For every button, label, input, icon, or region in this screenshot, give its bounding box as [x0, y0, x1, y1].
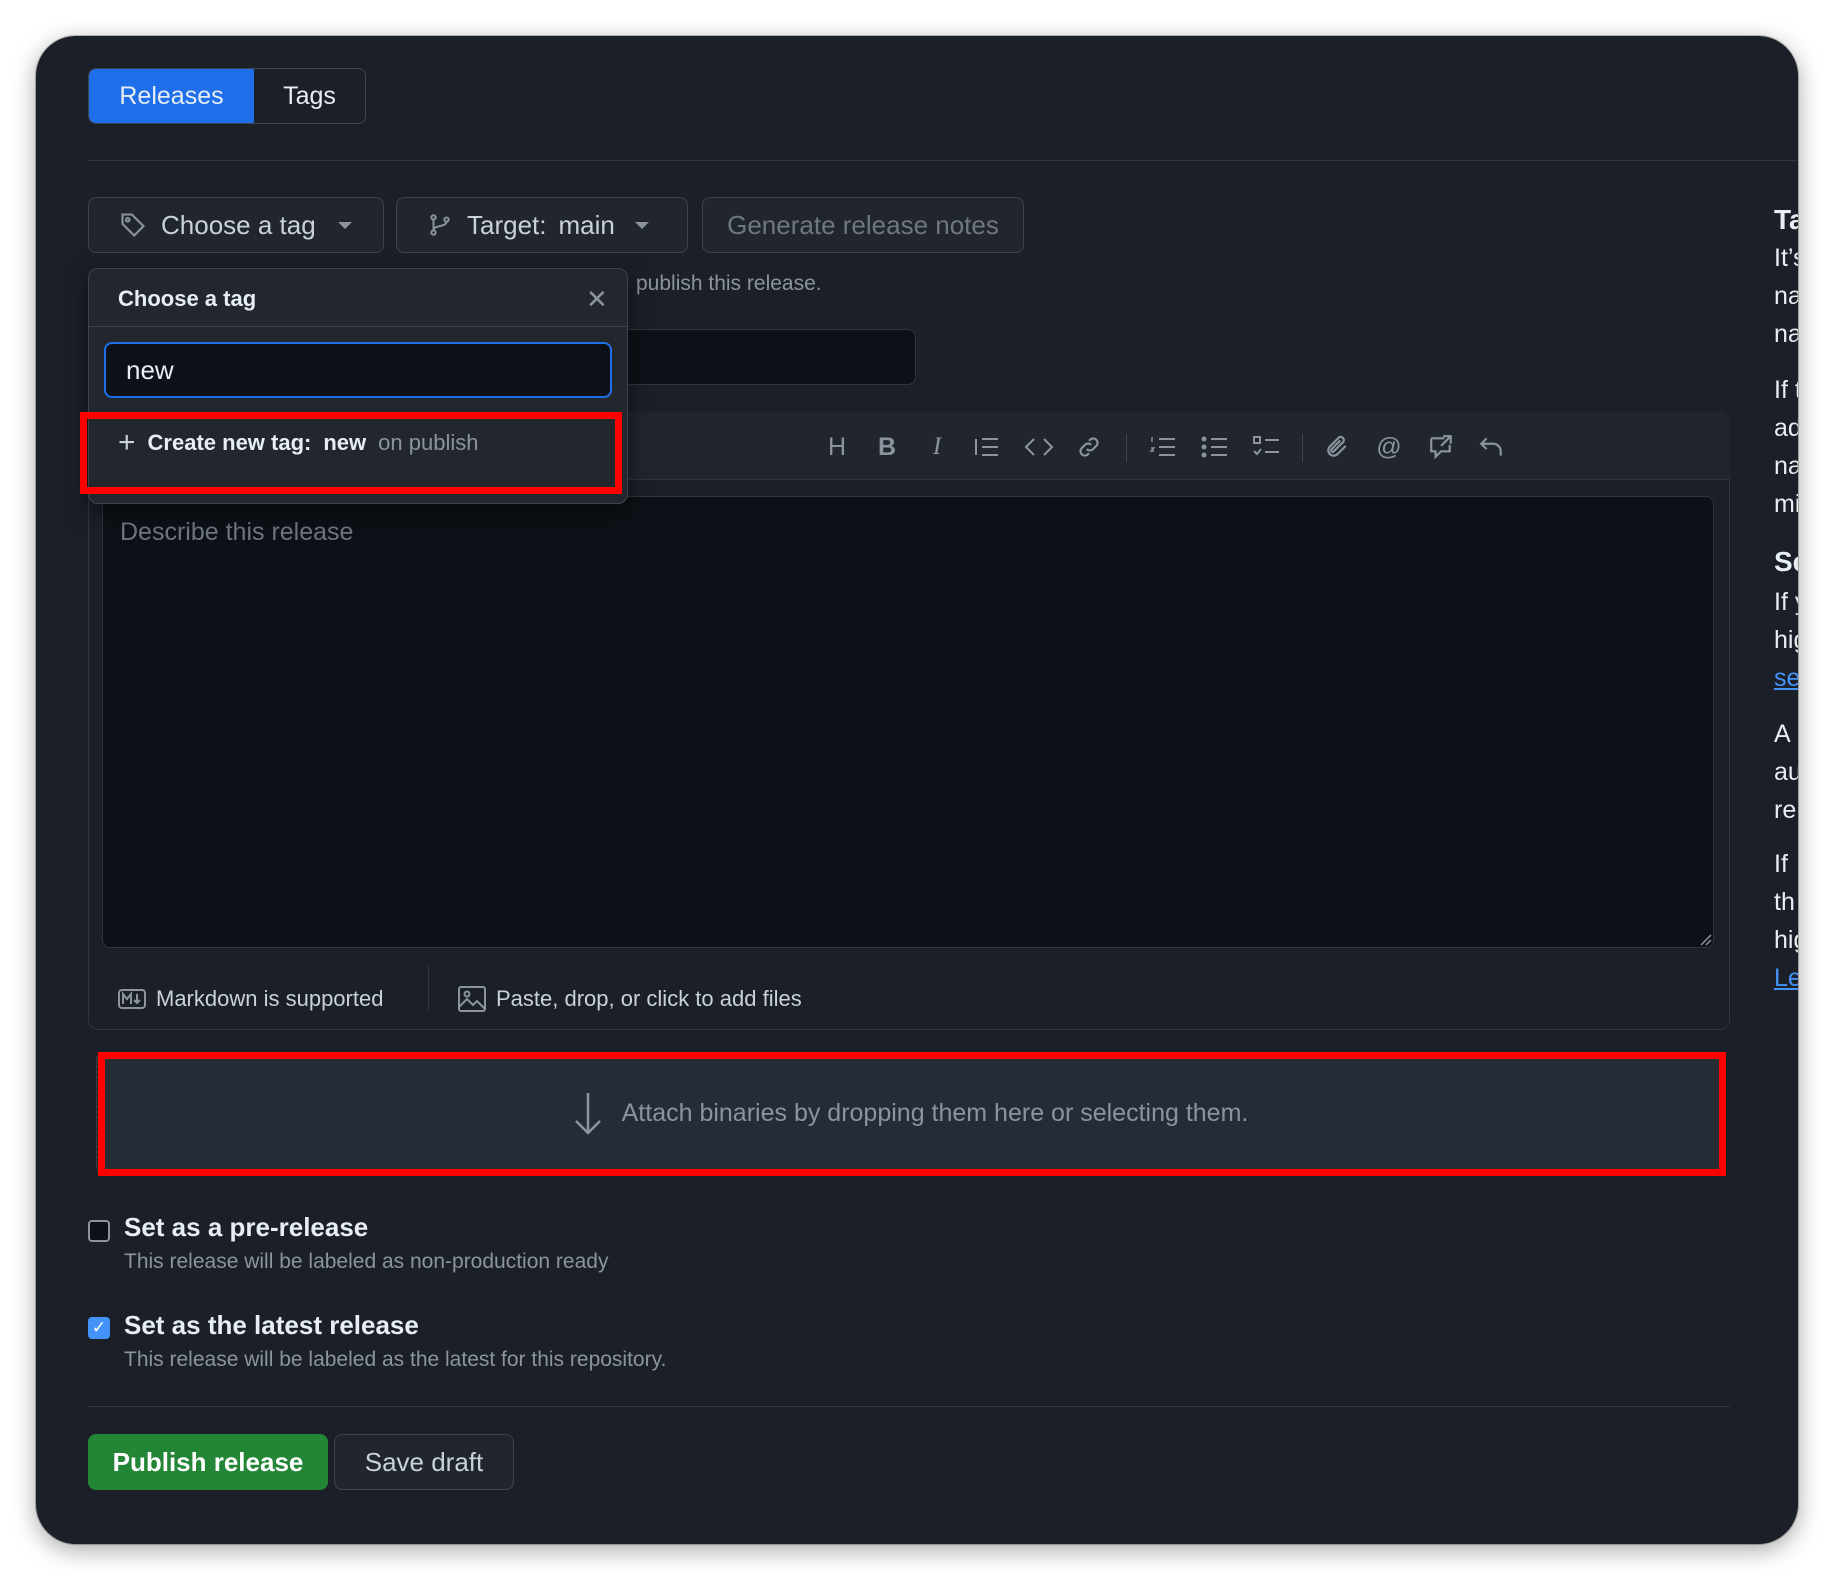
- sidebar-fragment: ad: [1774, 414, 1798, 442]
- tag-icon: [121, 213, 145, 237]
- attach-icon[interactable]: [1322, 432, 1352, 462]
- highlight-box-create-tag: [80, 412, 622, 494]
- bulleted-list-icon[interactable]: [1200, 432, 1230, 462]
- prerelease-description: This release will be labeled as non-prod…: [124, 1250, 609, 1273]
- save-draft-button[interactable]: Save draft: [334, 1434, 514, 1490]
- release-form-window: Releases Tags Choose a tag Target: main …: [36, 36, 1798, 1544]
- release-description-textarea[interactable]: [102, 496, 1714, 948]
- sidebar-fragment: It’s: [1774, 244, 1798, 272]
- sidebar-fragment: au: [1774, 758, 1798, 786]
- tab-releases[interactable]: Releases: [89, 69, 254, 123]
- target-branch-name: main: [558, 209, 615, 240]
- footer-separator: [428, 966, 429, 1010]
- tag-search-input[interactable]: [104, 342, 612, 398]
- italic-icon[interactable]: I: [922, 432, 952, 462]
- sidebar-fragment: A: [1774, 720, 1791, 748]
- bold-icon[interactable]: B: [872, 432, 902, 462]
- caret-down-icon: [337, 221, 352, 229]
- popover-title: Choose a tag: [118, 286, 257, 311]
- sidebar-fragment: na: [1774, 282, 1798, 310]
- actions-divider: [88, 1406, 1730, 1407]
- latest-release-checkbox[interactable]: ✓: [88, 1317, 110, 1339]
- task-list-icon[interactable]: [1252, 432, 1282, 462]
- sidebar-fragment: If t: [1774, 376, 1798, 404]
- checkmark-icon: ✓: [91, 1318, 107, 1337]
- numbered-list-icon[interactable]: [1148, 432, 1178, 462]
- sidebar-link-fragment[interactable]: Le: [1774, 964, 1798, 993]
- resize-handle-icon[interactable]: [1698, 932, 1712, 946]
- sidebar-fragment: hig: [1774, 926, 1798, 954]
- releases-tags-tabs: Releases Tags: [88, 68, 366, 124]
- header-divider: [88, 160, 1798, 161]
- sidebar-fragment: Se: [1774, 546, 1798, 577]
- toolbar-separator: [1126, 434, 1127, 462]
- close-icon[interactable]: ✕: [586, 284, 608, 315]
- highlight-box-attach: [98, 1052, 1726, 1176]
- release-title-input[interactable]: [616, 329, 916, 385]
- toolbar-separator: [1302, 434, 1303, 462]
- heading-icon[interactable]: H: [822, 432, 852, 462]
- choose-tag-button[interactable]: Choose a tag: [88, 197, 384, 253]
- tag-hint-text: publish this release.: [636, 272, 822, 295]
- undo-icon[interactable]: [1476, 432, 1506, 462]
- latest-release-title: Set as the latest release: [124, 1310, 419, 1340]
- markdown-icon: [118, 989, 146, 1009]
- paste-note-label: Paste, drop, or click to add files: [496, 986, 802, 1011]
- sidebar-fragment: mi: [1774, 490, 1798, 518]
- quote-icon[interactable]: [972, 432, 1002, 462]
- generate-release-notes-button[interactable]: Generate release notes: [702, 197, 1024, 253]
- sidebar-fragment: hig: [1774, 626, 1798, 654]
- sidebar-fragment: Ta: [1774, 204, 1798, 235]
- image-icon: [458, 986, 486, 1012]
- code-icon[interactable]: [1024, 432, 1054, 462]
- sidebar-fragment: If: [1774, 850, 1788, 878]
- sidebar-fragment: th: [1774, 888, 1795, 916]
- prerelease-title: Set as a pre-release: [124, 1212, 369, 1242]
- description-placeholder: Describe this release: [120, 518, 354, 546]
- choose-tag-label: Choose a tag: [161, 209, 316, 240]
- sidebar-fragment: na: [1774, 452, 1798, 480]
- sidebar-link-fragment[interactable]: se: [1774, 664, 1798, 693]
- prerelease-checkbox[interactable]: [88, 1220, 110, 1242]
- add-files-link[interactable]: Paste, drop, or click to add files: [458, 986, 802, 1012]
- cross-reference-icon[interactable]: [1426, 432, 1456, 462]
- sidebar-fragment: na: [1774, 320, 1798, 348]
- target-prefix: Target:: [467, 209, 547, 240]
- markdown-supported-note[interactable]: Markdown is supported: [118, 986, 383, 1012]
- link-icon[interactable]: [1074, 432, 1104, 462]
- sidebar-fragment: If y: [1774, 588, 1798, 616]
- sidebar-fragment: re: [1774, 796, 1797, 824]
- latest-release-description: This release will be labeled as the late…: [124, 1348, 667, 1371]
- branch-icon: [430, 214, 450, 236]
- publish-release-button[interactable]: Publish release: [88, 1434, 328, 1490]
- mention-icon[interactable]: @: [1374, 432, 1404, 462]
- tab-tags[interactable]: Tags: [254, 69, 365, 123]
- target-branch-button[interactable]: Target: main: [396, 197, 688, 253]
- popover-divider: [88, 326, 628, 327]
- caret-down-icon: [634, 221, 649, 229]
- markdown-note-label: Markdown is supported: [156, 986, 384, 1011]
